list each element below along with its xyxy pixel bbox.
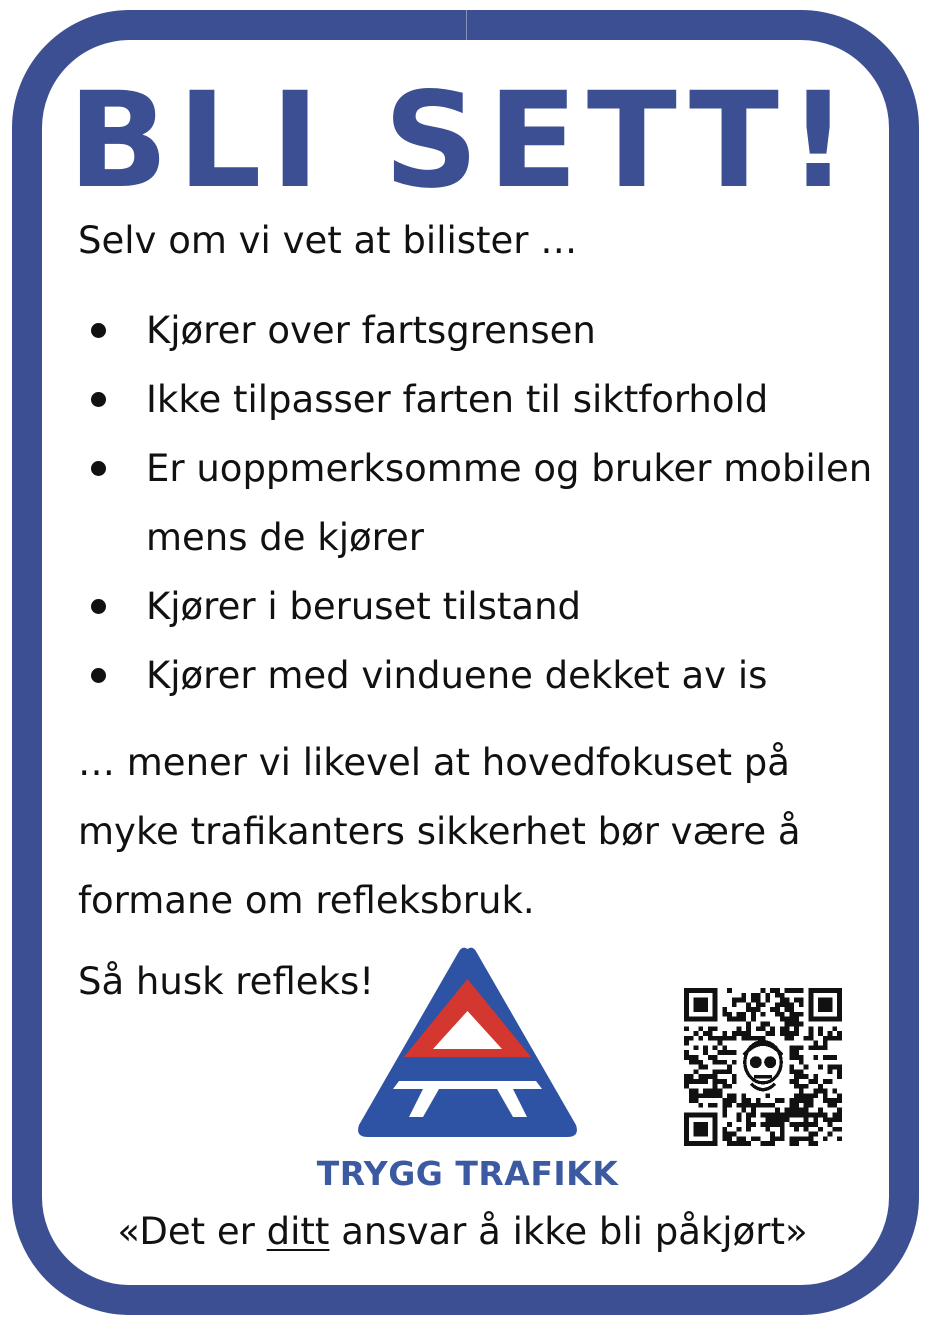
- headline: BLI SETT!: [67, 64, 858, 218]
- bullet-icon: [91, 461, 106, 476]
- bullet-icon: [91, 392, 106, 407]
- list-item: Ikke tilpasser farten til siktforhold: [78, 365, 898, 434]
- intro-text: Selv om vi vet at bilister …: [78, 219, 578, 262]
- list-item-text: Kjører med vinduene dekket av is: [146, 654, 768, 697]
- bullet-list: Kjører over fartsgrensen Ikke tilpasser …: [78, 296, 898, 710]
- list-item-text: Ikke tilpasser farten til siktforhold: [146, 378, 769, 421]
- bullet-icon: [91, 599, 106, 614]
- qr-code-icon: [684, 988, 842, 1146]
- list-item-text: Kjører i beruset tilstand: [146, 585, 582, 628]
- tagline-emphasis: ditt: [266, 1210, 330, 1253]
- list-item: Kjører i beruset tilstand: [78, 572, 898, 641]
- reminder-text: Så husk refleks!: [78, 960, 375, 1003]
- trygg-trafikk-logo-icon: [358, 947, 577, 1137]
- bullet-icon: [91, 668, 106, 683]
- tagline-start: «Det er: [117, 1210, 267, 1253]
- tagline: «Det er ditt ansvar å ikke bli påkjørt»: [0, 1204, 925, 1260]
- list-item: Er uoppmerksomme og bruker mobilen mens …: [78, 434, 898, 572]
- logo-text: TRYGG TRAFIKK: [316, 1154, 619, 1193]
- bullet-icon: [91, 323, 106, 338]
- list-item: Kjører med vinduene dekket av is: [78, 641, 898, 710]
- list-item: Kjører over fartsgrensen: [78, 296, 898, 365]
- conclusion-text: … mener vi likevel at hovedfokuset på my…: [78, 741, 801, 922]
- list-item-text: Er uoppmerksomme og bruker mobilen mens …: [146, 447, 873, 559]
- fold-line: [466, 10, 467, 40]
- list-item-text: Kjører over fartsgrensen: [146, 309, 596, 352]
- tagline-end: ansvar å ikke bli påkjørt»: [329, 1210, 808, 1253]
